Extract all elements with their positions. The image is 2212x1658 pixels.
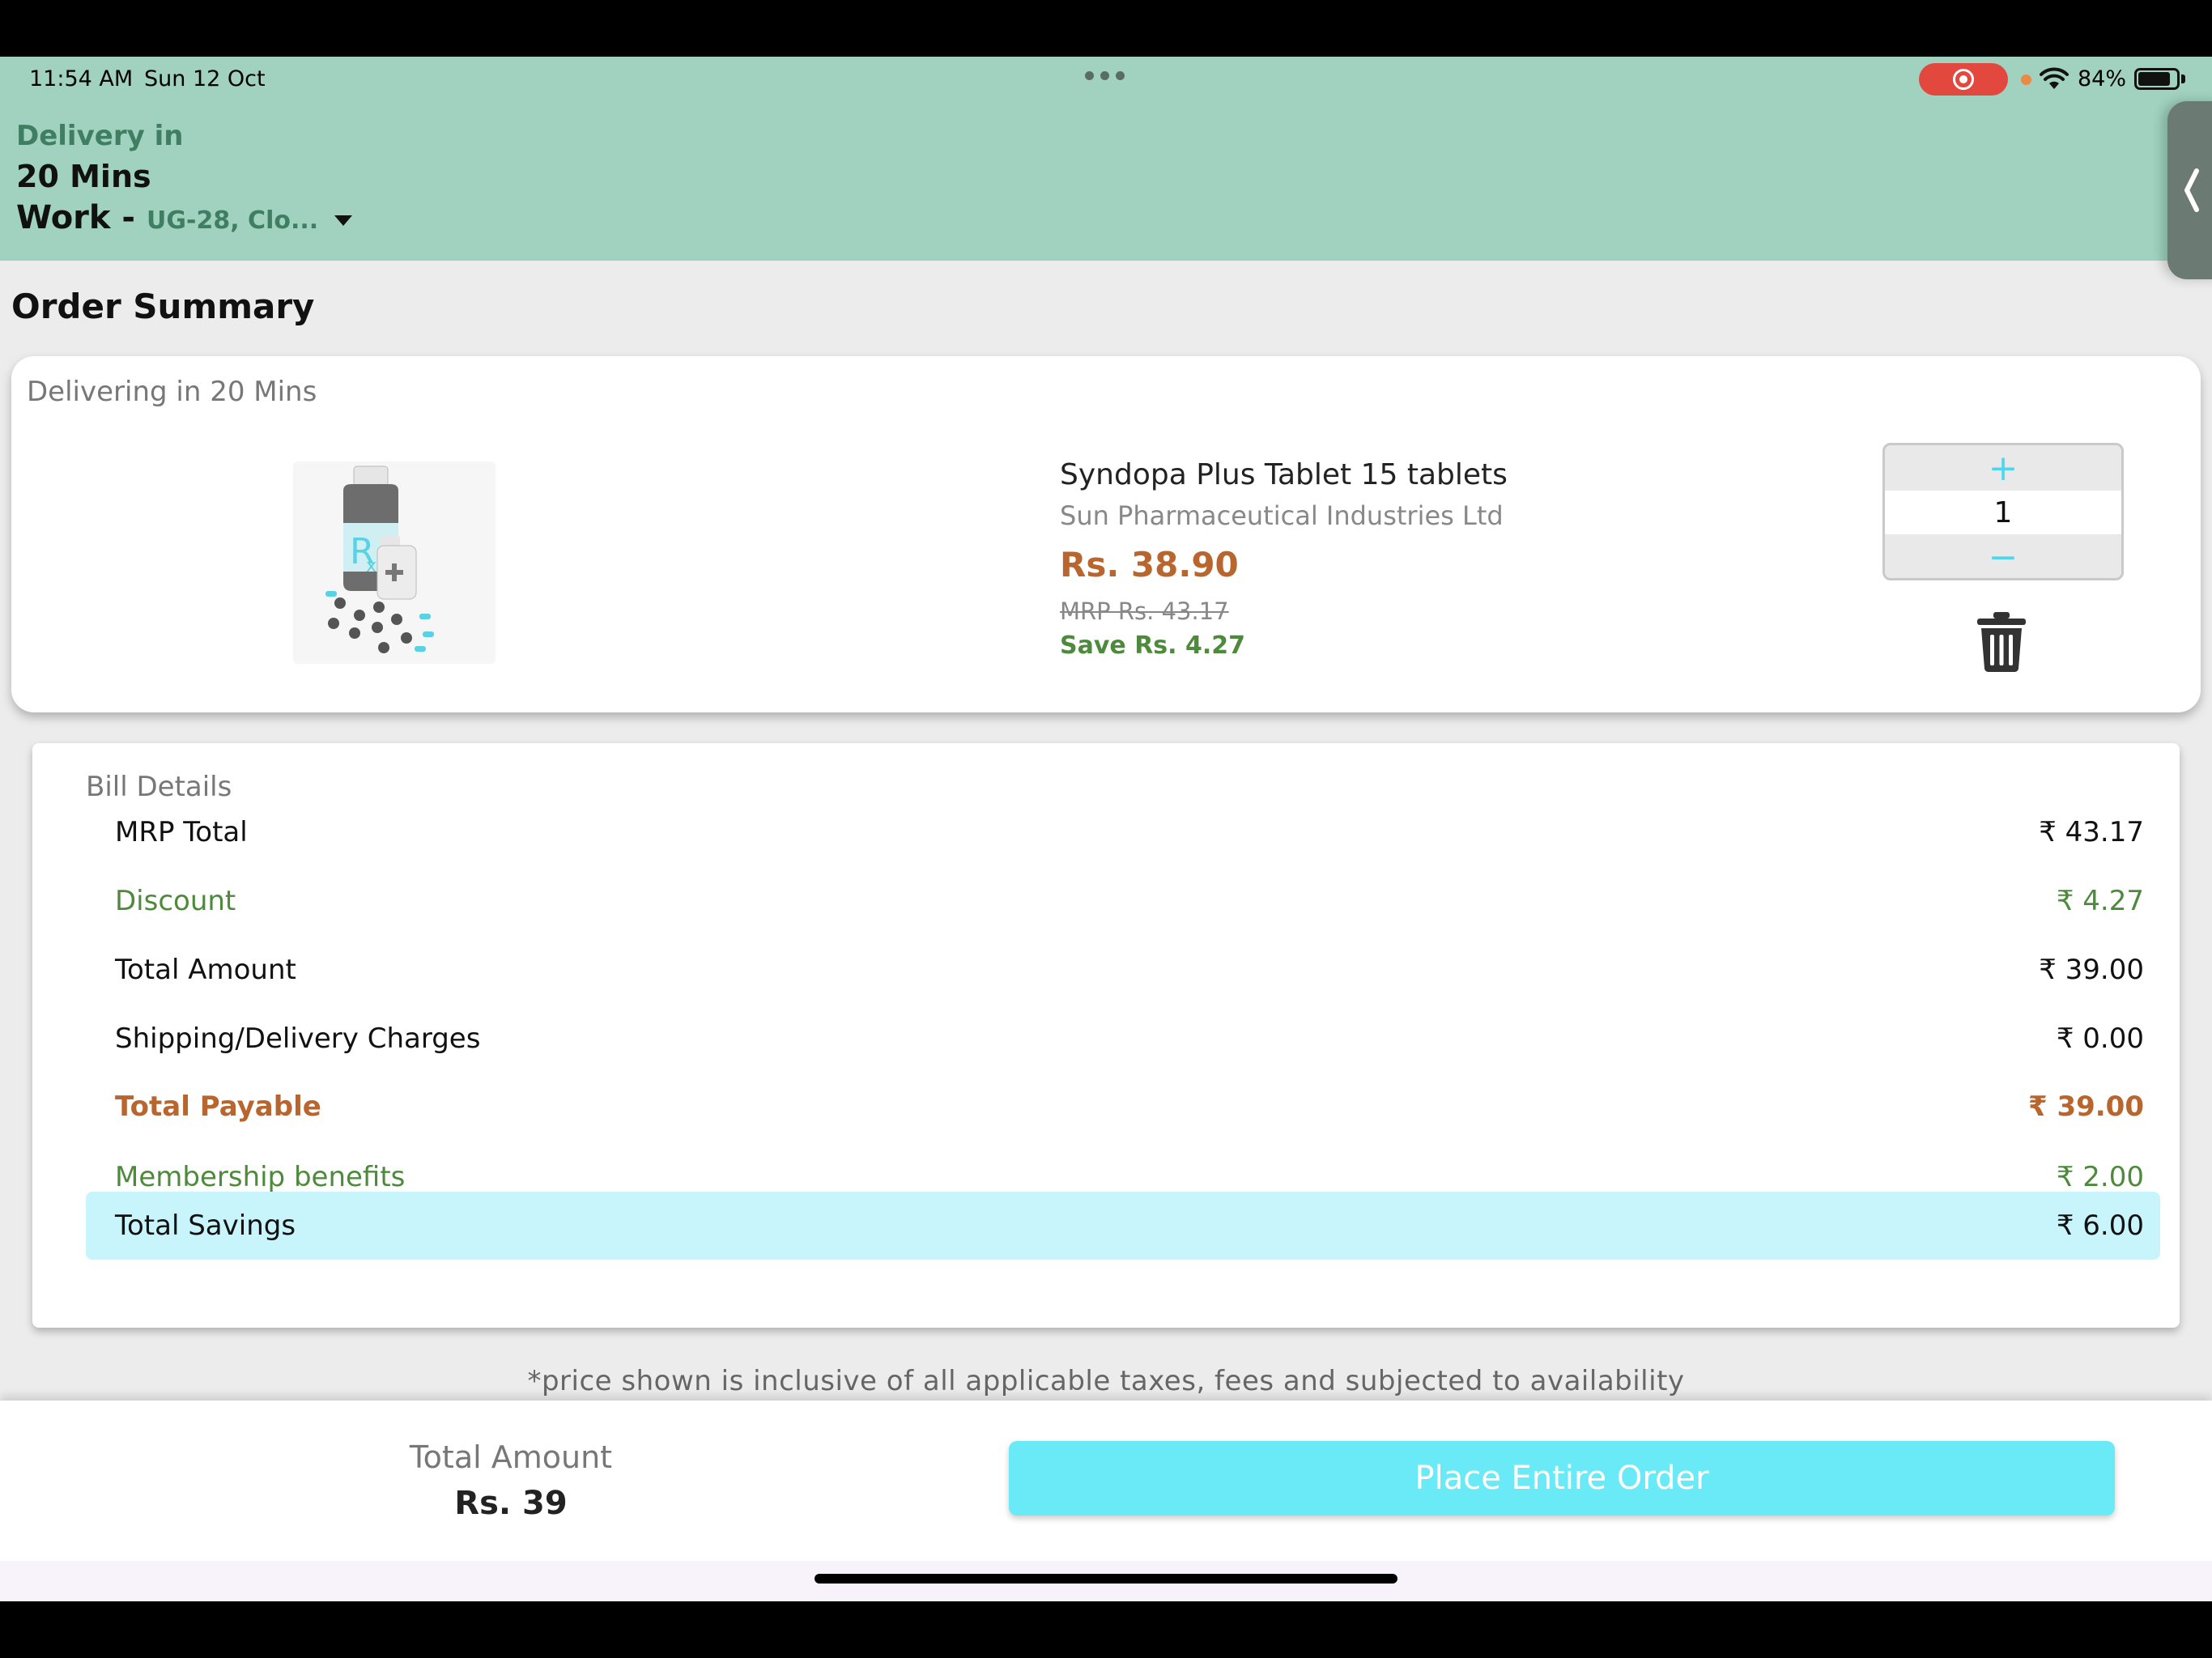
address-text: UG-28, Clo... bbox=[147, 206, 319, 235]
product-manufacturer: Sun Pharmaceutical Industries Ltd bbox=[1060, 500, 1504, 531]
status-bar: 11:54 AM Sun 12 Oct 84% bbox=[0, 57, 2212, 102]
address-selector[interactable]: Work - UG-28, Clo... bbox=[16, 199, 353, 236]
cart-item-card: Delivering in 20 Mins R x Syndopa Plus T… bbox=[11, 356, 2201, 712]
product-price: Rs. 38.90 bbox=[1060, 545, 1239, 585]
checkout-total-label: Total Amount bbox=[409, 1439, 613, 1475]
bill-row-value: ₹ 6.00 bbox=[2056, 1209, 2144, 1242]
delivery-eta: Delivering in 20 Mins bbox=[27, 376, 317, 408]
bill-row-value: ₹ 0.00 bbox=[2056, 1022, 2144, 1055]
delivery-time: 20 Mins bbox=[16, 159, 151, 194]
header: 11:54 AM Sun 12 Oct 84% Delivery in 20 M… bbox=[0, 57, 2212, 261]
battery-icon bbox=[2134, 68, 2180, 90]
checkout-bar: Total Amount Rs. 39 Place Entire Order bbox=[0, 1401, 2212, 1561]
bill-row-label: Total Payable bbox=[115, 1090, 321, 1123]
bill-row-label: Total Amount bbox=[115, 954, 296, 986]
bill-row-label: Membership benefits bbox=[115, 1161, 406, 1193]
bill-row-mrp-total: MRP Total ₹ 43.17 bbox=[86, 798, 2160, 866]
battery-percent: 84% bbox=[2078, 66, 2127, 91]
mic-indicator-icon bbox=[2021, 74, 2031, 85]
status-date: Sun 12 Oct bbox=[144, 66, 266, 91]
status-time: 11:54 AM bbox=[29, 66, 134, 91]
wifi-icon bbox=[2040, 67, 2069, 89]
record-icon bbox=[1919, 63, 2008, 96]
decrease-quantity-button[interactable]: − bbox=[1885, 534, 2121, 578]
app-screen: 11:54 AM Sun 12 Oct 84% Delivery in 20 M… bbox=[0, 57, 2212, 1601]
quantity-value: 1 bbox=[1885, 491, 2121, 534]
product-savings: Save Rs. 4.27 bbox=[1060, 631, 1246, 660]
bill-row-label: Discount bbox=[115, 885, 236, 917]
trash-icon[interactable] bbox=[1976, 610, 2027, 674]
quantity-stepper: + 1 − bbox=[1882, 443, 2124, 580]
price-disclaimer: *price shown is inclusive of all applica… bbox=[527, 1365, 1685, 1397]
bill-row-discount: Discount ₹ 4.27 bbox=[86, 867, 2160, 935]
bill-row-total-payable: Total Payable ₹ 39.00 bbox=[86, 1073, 2160, 1141]
product-name[interactable]: Syndopa Plus Tablet 15 tablets bbox=[1060, 458, 1508, 491]
address-type: Work - bbox=[16, 199, 136, 236]
bill-row-shipping: Shipping/Delivery Charges ₹ 0.00 bbox=[86, 1005, 2160, 1073]
multitasking-dots-icon[interactable] bbox=[1085, 71, 1125, 80]
bill-row-total-amount: Total Amount ₹ 39.00 bbox=[86, 936, 2160, 1004]
medicine-icon: R x bbox=[325, 466, 434, 653]
chevron-left-icon bbox=[2184, 168, 2199, 212]
bill-row-value: ₹ 39.00 bbox=[2039, 954, 2144, 986]
place-order-button[interactable]: Place Entire Order bbox=[1009, 1441, 2115, 1516]
bill-row-value: ₹ 43.17 bbox=[2039, 816, 2144, 848]
page-title: Order Summary bbox=[11, 287, 315, 326]
side-drawer-tab[interactable] bbox=[2167, 101, 2212, 279]
bill-row-label: MRP Total bbox=[115, 816, 248, 848]
product-image[interactable]: R x bbox=[293, 461, 496, 664]
bill-row-label: Shipping/Delivery Charges bbox=[115, 1022, 481, 1055]
increase-quantity-button[interactable]: + bbox=[1885, 445, 2121, 491]
bill-row-label: Total Savings bbox=[115, 1209, 296, 1242]
bill-row-total-savings: Total Savings ₹ 6.00 bbox=[86, 1192, 2160, 1260]
checkout-total-value: Rs. 39 bbox=[454, 1485, 568, 1522]
bill-row-value: ₹ 4.27 bbox=[2056, 885, 2144, 917]
product-mrp: MRP Rs. 43.17 bbox=[1060, 597, 1229, 625]
bill-row-value: ₹ 39.00 bbox=[2027, 1090, 2144, 1123]
svg-text:x: x bbox=[366, 556, 376, 576]
home-indicator[interactable] bbox=[815, 1574, 1397, 1584]
caret-down-icon bbox=[334, 215, 353, 226]
bill-row-value: ₹ 2.00 bbox=[2056, 1161, 2144, 1193]
delivery-label: Delivery in bbox=[16, 120, 184, 152]
